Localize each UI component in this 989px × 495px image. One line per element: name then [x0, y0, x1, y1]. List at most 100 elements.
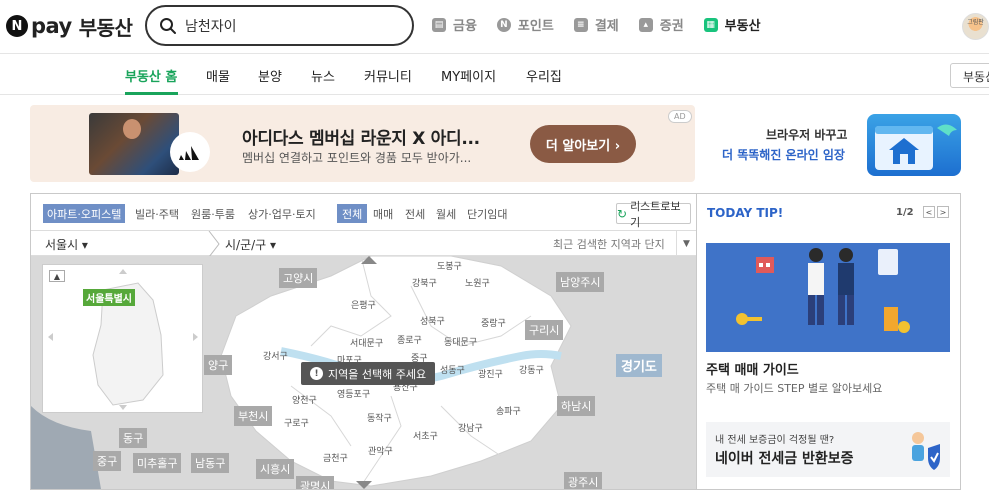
district-seongbuk[interactable]: 성북구	[420, 314, 445, 327]
map-label-yanggu[interactable]: 양구	[204, 355, 233, 375]
district-gangseo[interactable]: 강서구	[263, 349, 288, 362]
avatar[interactable]: 그림판	[962, 13, 989, 40]
search-box[interactable]	[145, 5, 414, 46]
subnav-news[interactable]: 뉴스	[311, 66, 335, 85]
district-seocho[interactable]: 서초구	[413, 429, 438, 442]
list-view-label: 리스트로보기	[630, 199, 681, 229]
district-dongjak[interactable]: 동작구	[367, 411, 392, 424]
map-label-michuhol[interactable]: 미추홀구	[133, 453, 182, 473]
tip-headline[interactable]: 주택 매매 가이드	[706, 359, 799, 378]
map-label-hanam[interactable]: 하남시	[557, 396, 596, 416]
ad-banner[interactable]: 아디다스 멤버십 라운지 X 아디... 멤버십 연결하고 포인트와 경품 모두…	[30, 105, 695, 182]
map-label-namyangju[interactable]: 남양주시	[556, 272, 605, 292]
district-gwanak[interactable]: 관악구	[368, 444, 393, 457]
district-dobong[interactable]: 도봉구	[437, 259, 462, 272]
service-realestate-label: 부동산	[724, 19, 761, 34]
alert-icon: !	[310, 367, 323, 380]
district-gangnam[interactable]: 강남구	[458, 421, 483, 434]
map-canvas[interactable]: 고양시 남양주시 구리시 하남시 부천시 시흥시 광명시 광주시 중구 동구 미…	[31, 256, 696, 489]
filter-villa[interactable]: 빌라·주택	[135, 204, 179, 223]
filter-deal-short[interactable]: 단기임대	[467, 204, 507, 223]
map-label-incheon-junggu[interactable]: 중구	[93, 451, 122, 471]
map-label-gyeonggi[interactable]: 경기도	[616, 354, 662, 377]
promo-line-2[interactable]: 더 똑똑해진 온라인 임장	[722, 146, 845, 163]
sub-nav: 부동산 홈 매물 분양 뉴스 커뮤니티 MY페이지 우리집 부동산	[0, 55, 989, 95]
service-point[interactable]: N 포인트	[496, 15, 554, 34]
promo-line-1[interactable]: 브라우저 바꾸고	[766, 126, 847, 143]
district-seodaemun[interactable]: 서대문구	[350, 336, 383, 349]
district-gwangjin[interactable]: 광진구	[478, 367, 503, 380]
region-bar: 서울시 ▾ 시/군/구 ▾ 최근 검색한 지역과 단지 ▼	[31, 230, 696, 257]
district-gangbuk[interactable]: 강북구	[412, 276, 437, 289]
map-label-namdong[interactable]: 남동구	[191, 453, 230, 473]
district-jungnang[interactable]: 중랑구	[481, 316, 506, 329]
filter-deal-jeonse[interactable]: 전세	[405, 204, 425, 223]
map-label-donggu[interactable]: 동구	[119, 428, 148, 448]
region-city-select[interactable]: 서울시 ▾	[45, 236, 88, 253]
tip-illustration[interactable]	[706, 243, 950, 352]
map-label-bucheon[interactable]: 부천시	[234, 406, 273, 426]
tip-description: 주택 매 가이드 STEP 별로 알아보세요	[706, 382, 883, 395]
subnav-myhome[interactable]: 우리집	[526, 66, 562, 85]
map-label-guri[interactable]: 구리시	[525, 320, 564, 340]
logo-pay-text: pay	[31, 14, 72, 38]
naver-pay-logo[interactable]: N pay 부동산	[6, 11, 133, 41]
map-label-goyang[interactable]: 고양시	[279, 268, 318, 288]
naver-n-icon: N	[6, 15, 28, 37]
subnav-community[interactable]: 커뮤니티	[364, 66, 412, 85]
filter-deal-all[interactable]: 전체	[337, 204, 368, 223]
map-label-gwangju[interactable]: 광주시	[564, 472, 603, 489]
browser-home-icon[interactable]	[867, 114, 961, 176]
subnav-presale[interactable]: 분양	[258, 66, 282, 85]
chevron-right-icon	[208, 231, 220, 257]
district-geumcheon[interactable]: 금천구	[323, 451, 348, 464]
service-point-label: 포인트	[517, 19, 554, 34]
service-finance[interactable]: ▤ 금융	[432, 15, 477, 34]
ad-title: 아디다스 멤버십 라운지 X 아디...	[242, 129, 480, 149]
chevron-down-icon[interactable]: ▼	[676, 231, 696, 256]
subnav-home[interactable]: 부동산 홈	[125, 66, 177, 85]
map-panel: 아파트·오피스텔 빌라·주택 원룸·투룸 상가·업무·토지 전체 매매 전세 월…	[30, 193, 697, 490]
region-district-select[interactable]: 시/군/구 ▾	[225, 236, 276, 253]
search-icon[interactable]	[159, 17, 177, 35]
subnav-realestate-button[interactable]: 부동산	[950, 63, 989, 88]
ad-photo	[89, 113, 179, 175]
refresh-icon: ↻	[617, 206, 628, 221]
avatar-text: 그림판	[967, 19, 984, 26]
district-songpa[interactable]: 송파구	[496, 404, 521, 417]
jeonse-guarantee-card[interactable]: 내 전세 보증금이 걱정될 땐? 네이버 전세금 반환보증	[706, 422, 950, 477]
subnav-mypage[interactable]: MY페이지	[441, 66, 496, 85]
map-label-siheung[interactable]: 시흥시	[256, 459, 295, 479]
district-jongno[interactable]: 종로구	[397, 333, 422, 346]
tip-next-icon[interactable]: >	[937, 206, 949, 218]
filter-commercial[interactable]: 상가·업무·토지	[248, 204, 316, 223]
service-stock[interactable]: ▴ 증권	[638, 15, 684, 34]
tip-prev-icon[interactable]: <	[923, 206, 935, 218]
district-nowon[interactable]: 노원구	[465, 276, 490, 289]
minimap-collapse-button[interactable]: ▲	[49, 270, 65, 282]
map-label-gwangmyeong[interactable]: 광명시	[296, 476, 335, 489]
district-eunpyeong[interactable]: 은평구	[351, 298, 376, 311]
service-stock-label: 증권	[659, 19, 684, 34]
search-input[interactable]	[185, 17, 385, 34]
subnav-active-indicator	[125, 92, 178, 95]
district-yeongdeungpo[interactable]: 영등포구	[337, 387, 370, 400]
district-guro[interactable]: 구로구	[284, 416, 309, 429]
district-gangdong[interactable]: 강동구	[519, 363, 544, 376]
list-view-button[interactable]: ↻ 리스트로보기	[616, 200, 691, 229]
filter-deal-monthly[interactable]: 월세	[436, 204, 456, 223]
filter-oneroom[interactable]: 원룸·투룸	[191, 204, 235, 223]
district-dongdaemun[interactable]: 동대문구	[444, 335, 477, 348]
minimap[interactable]: ▲ 서울특별시	[42, 264, 203, 413]
service-payment[interactable]: ≡ 결제	[573, 15, 619, 34]
district-yangcheon[interactable]: 양천구	[292, 393, 317, 406]
filter-deal-sale[interactable]: 매매	[373, 204, 393, 223]
filter-apartment[interactable]: 아파트·오피스텔	[43, 204, 126, 223]
ad-learn-more-button[interactable]: 더 알아보기 ›	[530, 125, 636, 163]
district-seongdong[interactable]: 성동구	[440, 363, 465, 376]
subnav-listings[interactable]: 매물	[206, 66, 230, 85]
recent-search-dropdown[interactable]: 최근 검색한 지역과 단지	[553, 236, 665, 252]
service-realestate[interactable]: ▦ 부동산	[703, 15, 761, 34]
minimap-seoul-label[interactable]: 서울특별시	[83, 289, 135, 306]
service-payment-label: 결제	[594, 19, 619, 34]
